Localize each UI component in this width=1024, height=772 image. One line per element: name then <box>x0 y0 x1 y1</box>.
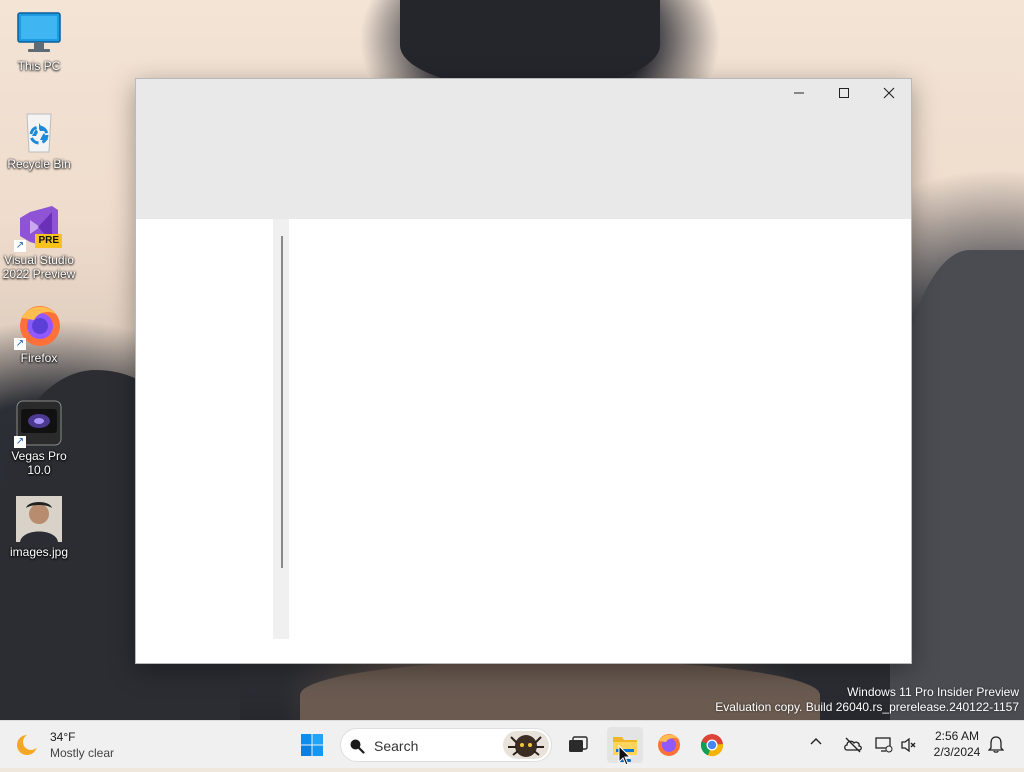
show-hidden-icons-chevron-up-icon[interactable] <box>810 735 822 751</box>
onedrive-offline-icon[interactable] <box>843 735 863 755</box>
desktop-icon-label: This PC <box>17 59 61 73</box>
task-view-button[interactable] <box>560 727 596 763</box>
monitor-icon <box>16 10 62 56</box>
shortcut-arrow-icon: ↗ <box>14 338 26 350</box>
weather-temperature: 34°F <box>50 730 76 744</box>
desktop-icon-recycle-bin[interactable]: Recycle Bin <box>1 108 77 171</box>
desktop-icon-label: Vegas Pro 10.0 <box>11 449 67 477</box>
watermark-line-1: Windows 11 Pro Insider Preview <box>847 685 1019 699</box>
evaluation-watermark: Windows 11 Pro Insider Preview Evaluatio… <box>715 685 1019 715</box>
windows-logo-icon <box>301 734 323 756</box>
maximize-icon <box>838 88 849 98</box>
notification-bell-icon[interactable] <box>987 735 1005 758</box>
desktop-icon-label: Visual Studio 2022 Preview <box>2 253 76 281</box>
taskbar: 34°F Mostly clear Search 2:56 AM 2/3/202… <box>0 720 1024 768</box>
clock-date: 2/3/2024 <box>933 745 981 759</box>
visual-studio-icon: PRE ↗ <box>14 204 62 252</box>
search-icon <box>350 739 365 754</box>
clock-time: 2:56 AM <box>934 729 980 743</box>
close-button[interactable] <box>866 79 911 107</box>
image-thumbnail-icon <box>16 496 62 542</box>
moon-weather-icon <box>17 734 38 755</box>
scrollbar-thumb[interactable] <box>281 236 283 568</box>
weather-widget[interactable]: 34°F Mostly clear <box>16 729 136 761</box>
content-pane[interactable] <box>289 219 911 663</box>
search-placeholder: Search <box>374 738 419 754</box>
volume-muted-icon[interactable] <box>899 735 919 755</box>
maximize-button[interactable] <box>821 79 866 107</box>
navigation-pane[interactable] <box>136 219 273 639</box>
chrome-icon <box>700 734 724 757</box>
pane-splitter[interactable] <box>273 219 289 639</box>
desktop-icon-vegas-pro[interactable]: ↗ Vegas Pro 10.0 <box>1 400 77 477</box>
preview-badge: PRE <box>35 234 62 248</box>
watermark-line-2: Evaluation copy. Build 26040.rs_prerelea… <box>715 700 1019 714</box>
desktop-icon-this-pc[interactable]: This PC <box>1 10 77 73</box>
network-icon[interactable] <box>874 735 894 755</box>
close-icon <box>883 87 894 99</box>
desktop-icon-label: images.jpg <box>9 545 69 559</box>
vegas-pro-icon: ↗ <box>14 400 62 448</box>
explorer-window[interactable] <box>135 78 912 664</box>
shortcut-arrow-icon: ↗ <box>14 436 26 448</box>
desktop-icon-images-jpg[interactable]: images.jpg <box>1 496 77 559</box>
desktop-icon-label: Firefox <box>20 351 58 365</box>
system-clock[interactable]: 2:56 AM 2/3/2024 <box>930 728 984 760</box>
firefox-icon: ↗ <box>14 302 62 350</box>
chrome-taskbar-button[interactable] <box>694 727 730 763</box>
start-button[interactable] <box>294 727 330 763</box>
desktop-icon-visual-studio[interactable]: PRE ↗ Visual Studio 2022 Preview <box>1 204 77 281</box>
search-highlight-image <box>503 731 549 759</box>
task-view-icon <box>569 736 588 752</box>
firefox-icon <box>658 734 680 756</box>
minimize-icon <box>793 92 804 94</box>
taskbar-search-box[interactable]: Search <box>340 728 552 762</box>
firefox-taskbar-button[interactable] <box>651 727 687 763</box>
recycle-bin-icon <box>16 108 62 154</box>
minimize-button[interactable] <box>776 79 821 107</box>
weather-condition: Mostly clear <box>50 746 115 760</box>
window-titlebar[interactable] <box>136 79 911 219</box>
desktop-icon-firefox[interactable]: ↗ Firefox <box>1 302 77 365</box>
desktop-icon-label: Recycle Bin <box>7 157 71 171</box>
shortcut-arrow-icon: ↗ <box>14 240 26 252</box>
